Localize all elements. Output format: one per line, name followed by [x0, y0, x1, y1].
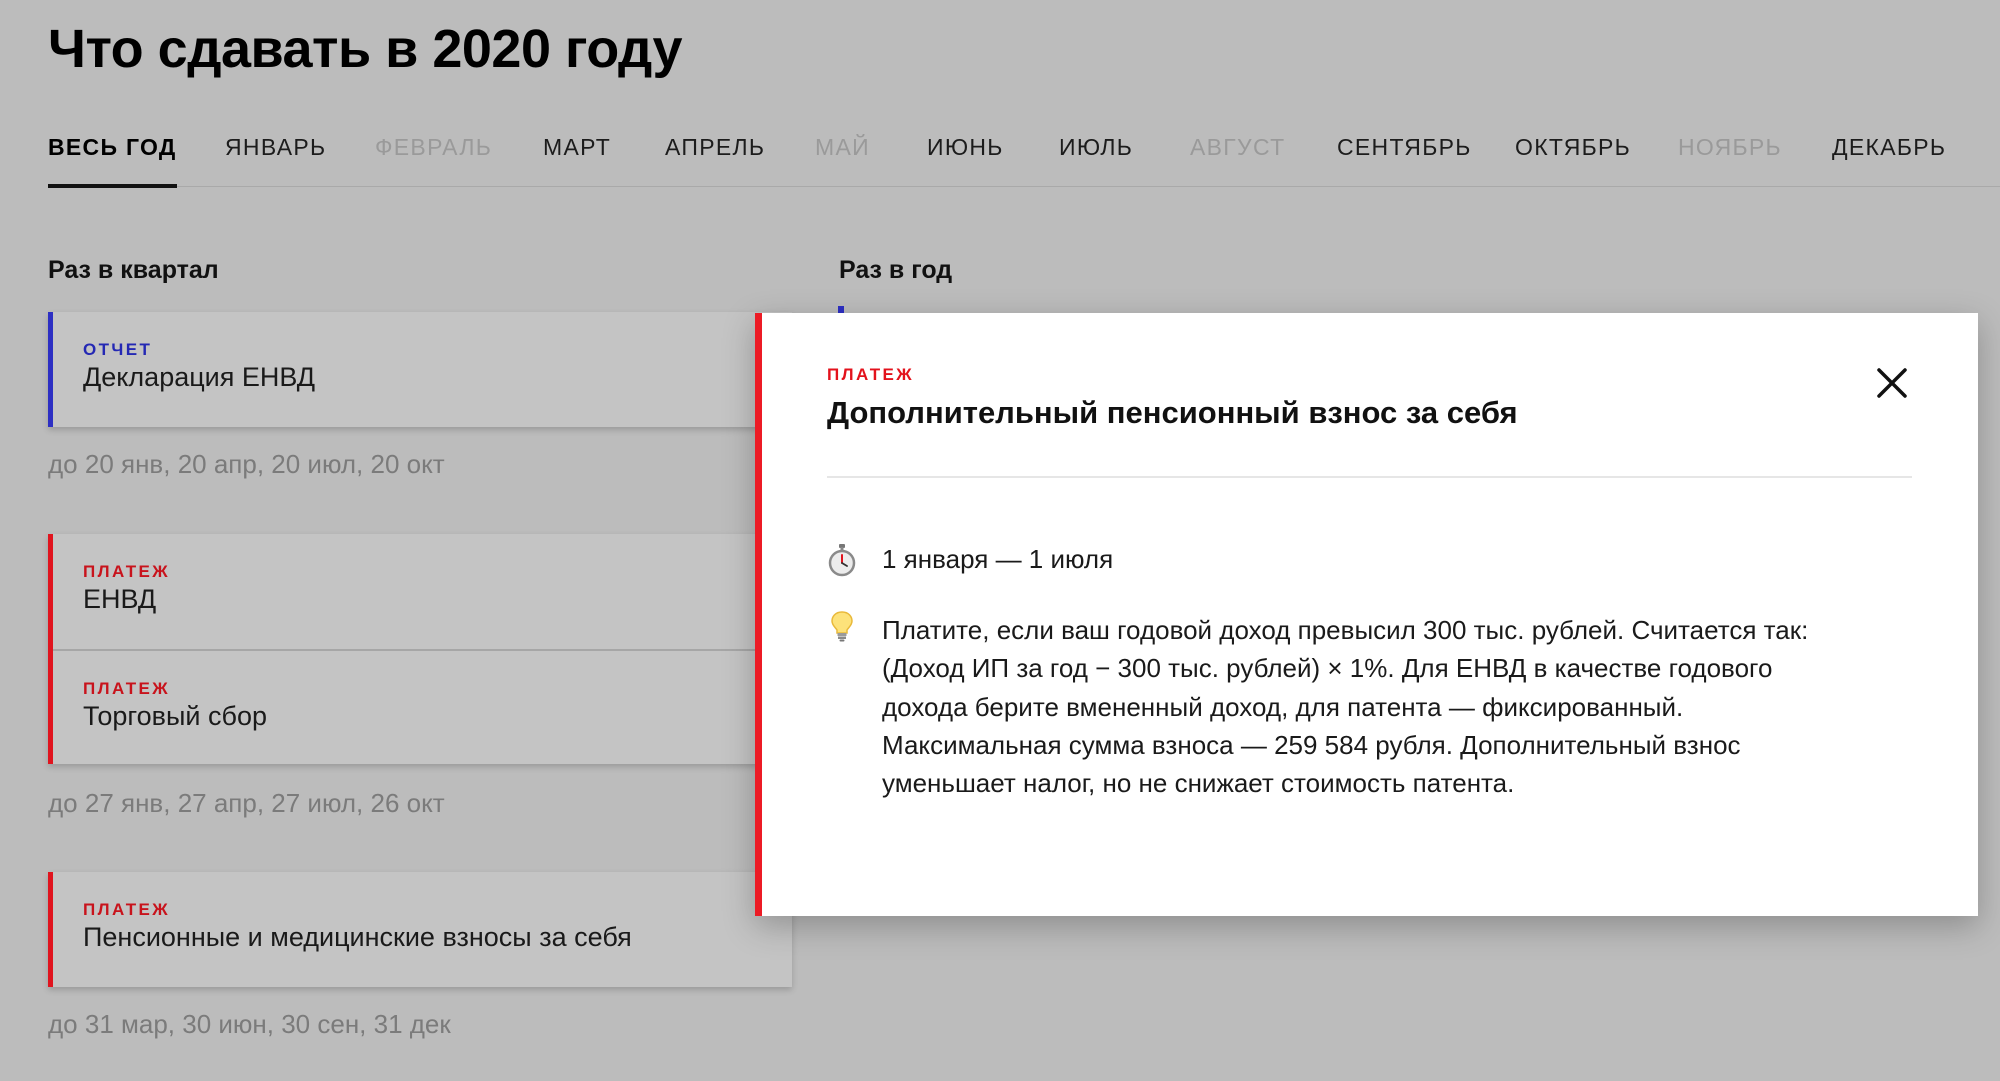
yearly-heading: Раз в год — [839, 256, 953, 284]
list-item[interactable]: ПЛАТЕЖ Торговый сбор — [53, 649, 792, 764]
payment-card: ПЛАТЕЖ Пенсионные и медицинские взносы з… — [48, 872, 792, 987]
tab-july[interactable]: Июль — [1059, 134, 1133, 187]
payment-period: 1 января — 1 июля — [882, 544, 1114, 574]
stopwatch-icon — [828, 544, 856, 577]
description-line: Максимальная сумма взноса — 259 584 рубл… — [882, 729, 1741, 760]
lightbulb-icon — [831, 611, 853, 642]
tab-june[interactable]: Июнь — [927, 134, 1004, 187]
tab-february: Февраль — [375, 134, 493, 160]
modal-kind-label: ПЛАТЕЖ — [827, 365, 915, 384]
item-kind-label: ПЛАТЕЖ — [83, 562, 171, 581]
tab-september[interactable]: Сентябрь — [1337, 134, 1472, 187]
tab-august: Август — [1190, 134, 1286, 160]
item-name: Декларация ЕНВД — [83, 362, 316, 392]
page-title: Что сдавать в 2020 году — [48, 19, 683, 79]
tab-october[interactable]: Октябрь — [1515, 134, 1631, 187]
payment-card: ПЛАТЕЖ ЕНВД ПЛАТЕЖ Торговый сбор — [48, 534, 792, 764]
item-kind-label: ПЛАТЕЖ — [83, 679, 171, 698]
report-card: ОТЧЕТ Декларация ЕНВД — [48, 312, 792, 427]
item-kind-label: ОТЧЕТ — [83, 340, 153, 359]
description-line: уменьшает налог, но не снижает стоимость… — [882, 768, 1515, 799]
item-name: Торговый сбор — [83, 701, 268, 731]
divider — [827, 476, 1912, 478]
description-line: дохода берите вмененный доход, для патен… — [882, 691, 1684, 722]
description-line: (Доход ИП за год − 300 тыс. рублей) × 1%… — [882, 653, 1773, 684]
tab-all-year[interactable]: Весь год — [48, 134, 177, 188]
quarterly-heading: Раз в квартал — [48, 256, 219, 284]
deadline-text: до 31 мар, 30 июн, 30 сен, 31 дек — [48, 1009, 451, 1039]
description-line: Платите, если ваш годовой доход превысил… — [882, 615, 1809, 645]
month-tabs: Весь год Январь Февраль Март Апрель Май … — [48, 130, 2000, 188]
tab-january[interactable]: Январь — [225, 134, 326, 187]
detail-modal: ПЛАТЕЖ Дополнительный пенсионный взнос з… — [755, 313, 1978, 916]
modal-title: Дополнительный пенсионный взнос за себя — [827, 395, 1518, 430]
tab-may: Май — [815, 134, 870, 160]
payment-description: Платите, если ваш годовой доход превысил… — [882, 611, 1892, 802]
deadline-text: до 20 янв, 20 апр, 20 июл, 20 окт — [48, 449, 445, 479]
item-name: Пенсионные и медицинские взносы за себя — [83, 922, 632, 952]
close-button[interactable] — [1867, 358, 1917, 408]
deadline-text: до 27 янв, 27 апр, 27 июл, 26 окт — [48, 788, 445, 818]
list-item[interactable]: ПЛАТЕЖ Пенсионные и медицинские взносы з… — [53, 872, 792, 987]
tab-december[interactable]: Декабрь — [1832, 134, 1946, 187]
item-name: ЕНВД — [83, 584, 157, 614]
list-item[interactable]: ОТЧЕТ Декларация ЕНВД — [53, 312, 792, 427]
tab-march[interactable]: Март — [543, 134, 611, 187]
tab-november: Ноябрь — [1678, 134, 1782, 160]
item-kind-label: ПЛАТЕЖ — [83, 900, 171, 919]
list-item[interactable]: ПЛАТЕЖ ЕНВД — [53, 534, 792, 649]
tab-april[interactable]: Апрель — [665, 134, 765, 187]
close-icon — [1877, 368, 1907, 398]
